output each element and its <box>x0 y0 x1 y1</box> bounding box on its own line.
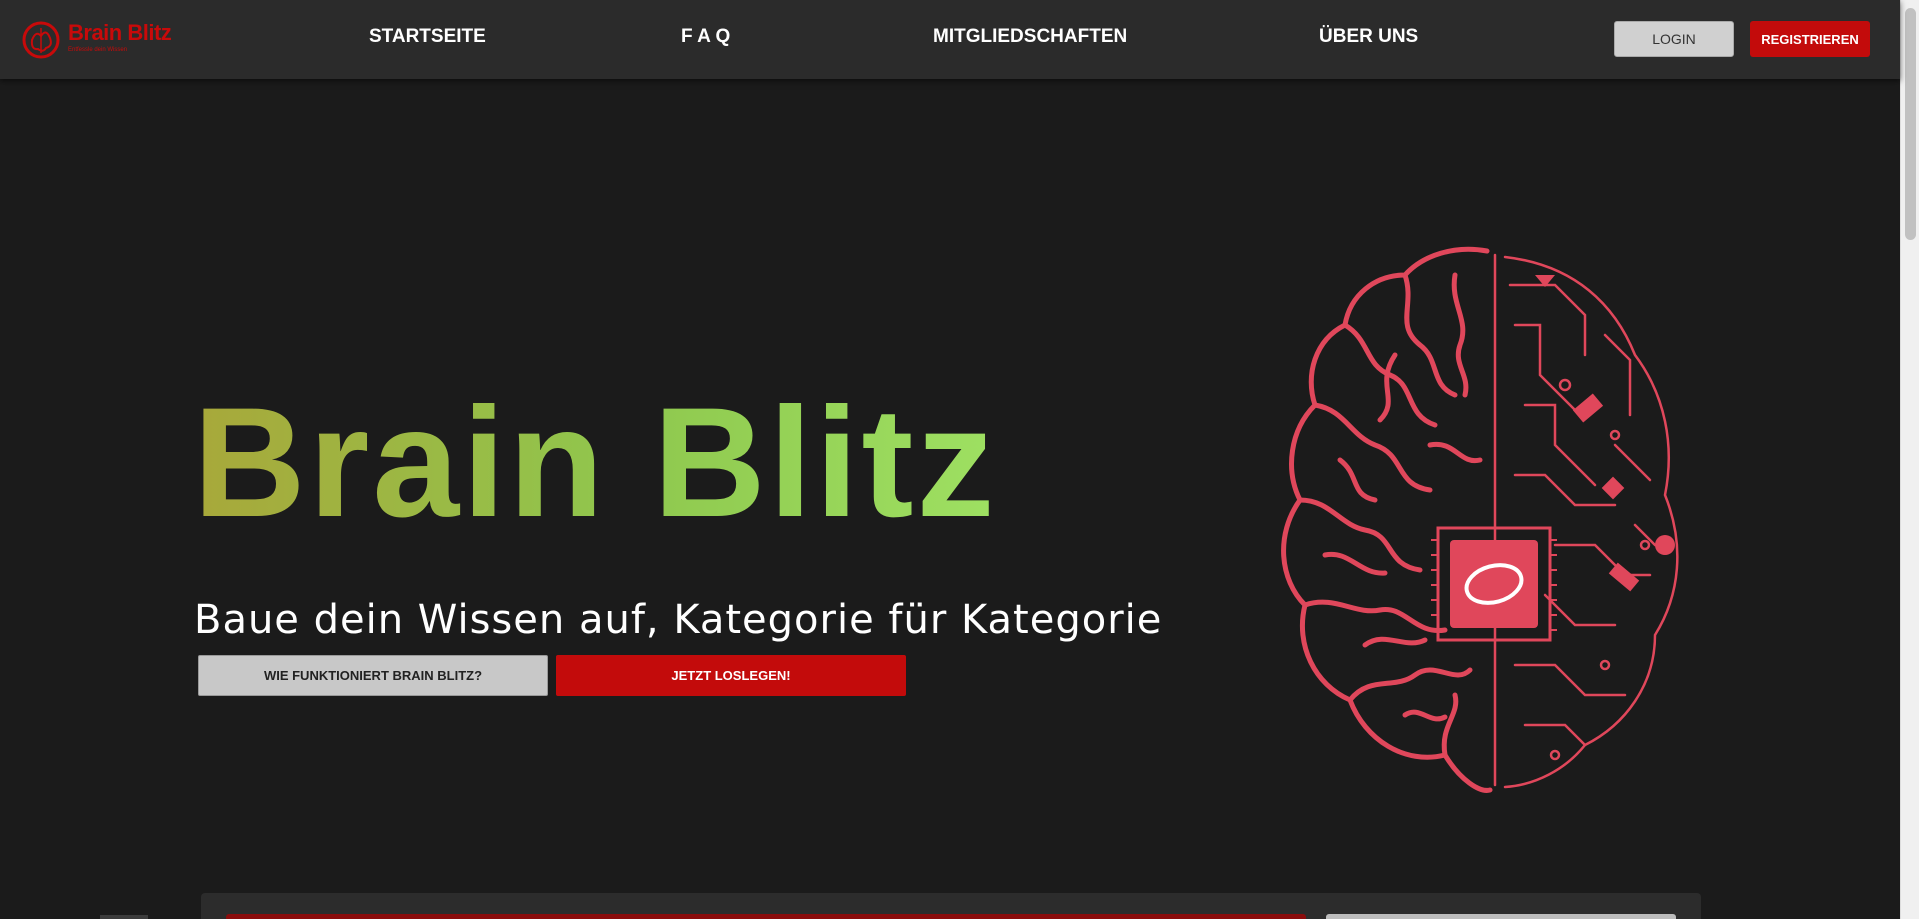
panel-grey-bar <box>1326 914 1676 919</box>
nav-faq[interactable]: F A Q <box>681 26 730 48</box>
scrollbar-thumb[interactable] <box>1905 8 1916 240</box>
login-button[interactable]: LOGIN <box>1614 21 1734 57</box>
brain-circuit-illustration <box>1281 246 1679 793</box>
content-panel <box>201 893 1701 919</box>
site-header: Brain Blitz Entfessle dein Wissen STARTS… <box>0 0 1900 79</box>
panel-red-bar <box>226 914 1306 919</box>
logo-subtitle: Entfessle dein Wissen <box>68 47 128 53</box>
hero-subtitle: Baue dein Wissen auf, Kategorie für Kate… <box>194 597 1163 643</box>
nav-startseite[interactable]: STARTSEITE <box>369 26 486 48</box>
register-button[interactable]: REGISTRIEREN <box>1750 21 1870 57</box>
nav-mitgliedschaften[interactable]: MITGLIEDSCHAFTEN <box>933 26 1127 48</box>
hero-title: Brain Blitz <box>193 376 998 550</box>
how-it-works-button[interactable]: WIE FUNKTIONIERT BRAIN BLITZ? <box>198 655 548 696</box>
page-scrollbar[interactable] <box>1900 0 1919 919</box>
side-element <box>100 915 148 919</box>
logo-text: Brain Blitz <box>68 20 172 45</box>
brain-logo-icon <box>22 21 60 59</box>
brand-logo[interactable]: Brain Blitz Entfessle dein Wissen <box>20 18 180 60</box>
nav-ueber-uns[interactable]: ÜBER UNS <box>1319 26 1418 48</box>
get-started-button[interactable]: JETZT LOSLEGEN! <box>556 655 906 696</box>
